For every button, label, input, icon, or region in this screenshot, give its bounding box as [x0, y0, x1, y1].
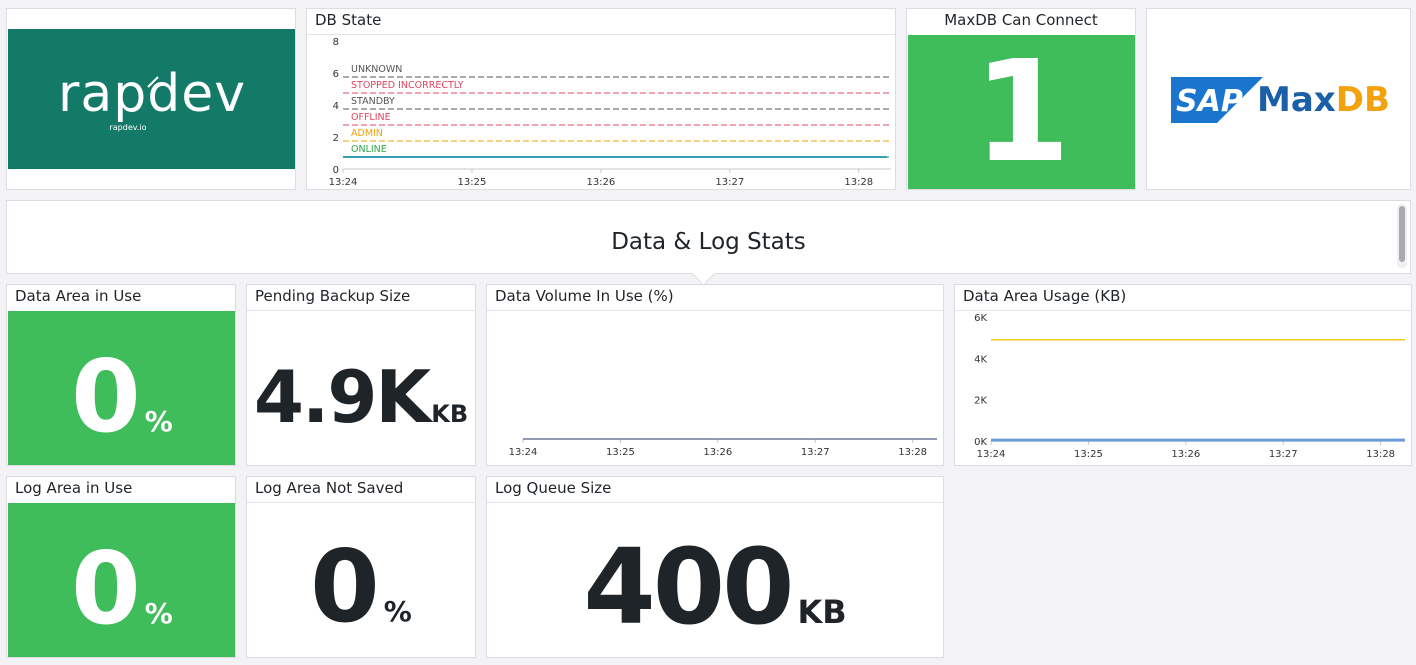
x-tick-label: 13:27 — [1269, 449, 1298, 460]
data-area-in-use-widget[interactable]: Data Area in Use 0 % — [6, 284, 236, 466]
log-area-in-use-widget[interactable]: Log Area in Use 0 % — [6, 476, 236, 658]
y-tick-label: 4K — [974, 354, 987, 365]
can-connect-value-panel: 1 — [908, 31, 1135, 190]
log-area-in-use-panel: 0 % — [8, 503, 235, 657]
y-tick-label: 6K — [974, 313, 987, 324]
x-tick-label: 13:27 — [801, 447, 830, 458]
data-area-in-use-unit: % — [144, 405, 173, 438]
x-tick-label: 13:26 — [1171, 449, 1200, 460]
y-tick-label: 4 — [333, 101, 339, 112]
log-area-in-use-unit: % — [144, 597, 173, 630]
log-area-in-use-title: Log Area in Use — [15, 479, 133, 497]
data-volume-title: Data Volume In Use (%) — [495, 287, 674, 305]
log-not-saved-value: 0 — [310, 528, 380, 645]
svg-text:SAP: SAP — [1176, 84, 1243, 119]
pending-backup-unit: KB — [431, 400, 469, 428]
threshold-label-standby: STANDBY — [351, 96, 395, 107]
x-tick-label: 13:28 — [1366, 449, 1395, 460]
threshold-label-admin: ADMIN — [351, 128, 383, 139]
db-state-title: DB State — [315, 11, 382, 29]
y-tick-label: 8 — [333, 37, 339, 48]
data-area-in-use-title: Data Area in Use — [15, 287, 142, 305]
data-area-in-use-panel: 0 % — [8, 311, 235, 465]
can-connect-value: 1 — [973, 31, 1071, 190]
rapdev-logo: rapdev rapdev.io — [8, 29, 295, 169]
threshold-label-offline: OFFLINE — [351, 112, 391, 123]
section-header: Data & Log Stats — [6, 200, 1411, 286]
threshold-label-online: ONLINE — [351, 144, 387, 155]
sap-maxdb-logo: SAP MaxDB — [1171, 75, 1391, 125]
y-tick-label: 2K — [974, 396, 987, 407]
section-scrollbar[interactable] — [1397, 204, 1407, 268]
log-not-saved-widget[interactable]: Log Area Not Saved 0 % — [246, 476, 476, 658]
y-tick-label: 6 — [333, 69, 339, 80]
data-volume-widget[interactable]: Data Volume In Use (%) 13:24 13:25 13:26 13… — [486, 284, 944, 466]
x-tick-label: 13:26 — [703, 447, 732, 458]
section-pointer — [691, 261, 716, 286]
can-connect-widget[interactable]: MaxDB Can Connect 1 — [906, 8, 1136, 190]
log-queue-title: Log Queue Size — [495, 479, 612, 497]
pending-backup-widget[interactable]: Pending Backup Size 4.9K KB — [246, 284, 476, 466]
log-queue-widget[interactable]: Log Queue Size 400 KB — [486, 476, 944, 658]
db-state-widget[interactable]: DB State 0 2 4 6 8 UNKNOWN STOPPED INCORRECTLY… — [306, 8, 896, 190]
data-area-usage-widget[interactable]: Data Area Usage (KB) 0K 2K 4K 6K 13:24 13:25 1… — [954, 284, 1412, 466]
rapdev-logo-widget: rapdev rapdev.io — [6, 8, 296, 190]
threshold-label-stopped-incorrectly: STOPPED INCORRECTLY — [351, 80, 464, 91]
x-tick-label: 13:26 — [586, 177, 615, 188]
svg-text:rapdev.io: rapdev.io — [109, 123, 146, 132]
maxdb-wordmark: MaxDB — [1257, 80, 1390, 120]
data-area-usage-title: Data Area Usage (KB) — [963, 287, 1127, 305]
rapdev-logo-mark: rapdev rapdev.io — [58, 64, 246, 132]
data-volume-chart[interactable]: 13:24 13:25 13:26 13:27 13:28 — [487, 311, 943, 465]
x-tick-label: 13:27 — [715, 177, 744, 188]
sap-logo-mark: SAP MaxDB — [1171, 77, 1390, 123]
y-tick-label: 0 — [333, 165, 339, 176]
x-tick-label: 13:25 — [1074, 449, 1103, 460]
section-title: Data & Log Stats — [611, 229, 806, 255]
x-tick-label: 13:24 — [329, 177, 358, 188]
x-tick-label: 13:25 — [606, 447, 635, 458]
y-tick-label: 2 — [333, 133, 339, 144]
pending-backup-value: 4.9K — [253, 355, 431, 439]
log-queue-unit: KB — [797, 593, 847, 631]
log-area-in-use-value: 0 — [71, 530, 141, 647]
x-tick-label: 13:28 — [844, 177, 873, 188]
x-tick-label: 13:24 — [977, 449, 1006, 460]
y-tick-label: 0K — [974, 437, 987, 448]
sap-maxdb-logo-widget: SAP MaxDB — [1146, 8, 1411, 190]
log-not-saved-title: Log Area Not Saved — [255, 479, 404, 497]
x-tick-label: 13:25 — [458, 177, 487, 188]
threshold-label-unknown: UNKNOWN — [351, 64, 402, 75]
data-area-usage-chart[interactable]: 0K 2K 4K 6K 13:24 13:25 13:26 13:27 13:28 — [955, 311, 1411, 465]
x-tick-label: 13:28 — [898, 447, 927, 458]
data-area-in-use-value: 0 — [71, 338, 141, 455]
can-connect-title: MaxDB Can Connect — [944, 11, 1098, 29]
pending-backup-title: Pending Backup Size — [255, 287, 411, 305]
log-queue-value: 400 — [583, 526, 794, 648]
db-state-chart[interactable]: 0 2 4 6 8 UNKNOWN STOPPED INCORRECTLY STANDBY OF… — [307, 35, 895, 189]
x-tick-label: 13:24 — [509, 447, 538, 458]
svg-text:rapdev: rapdev — [58, 64, 246, 124]
log-not-saved-unit: % — [383, 595, 412, 628]
